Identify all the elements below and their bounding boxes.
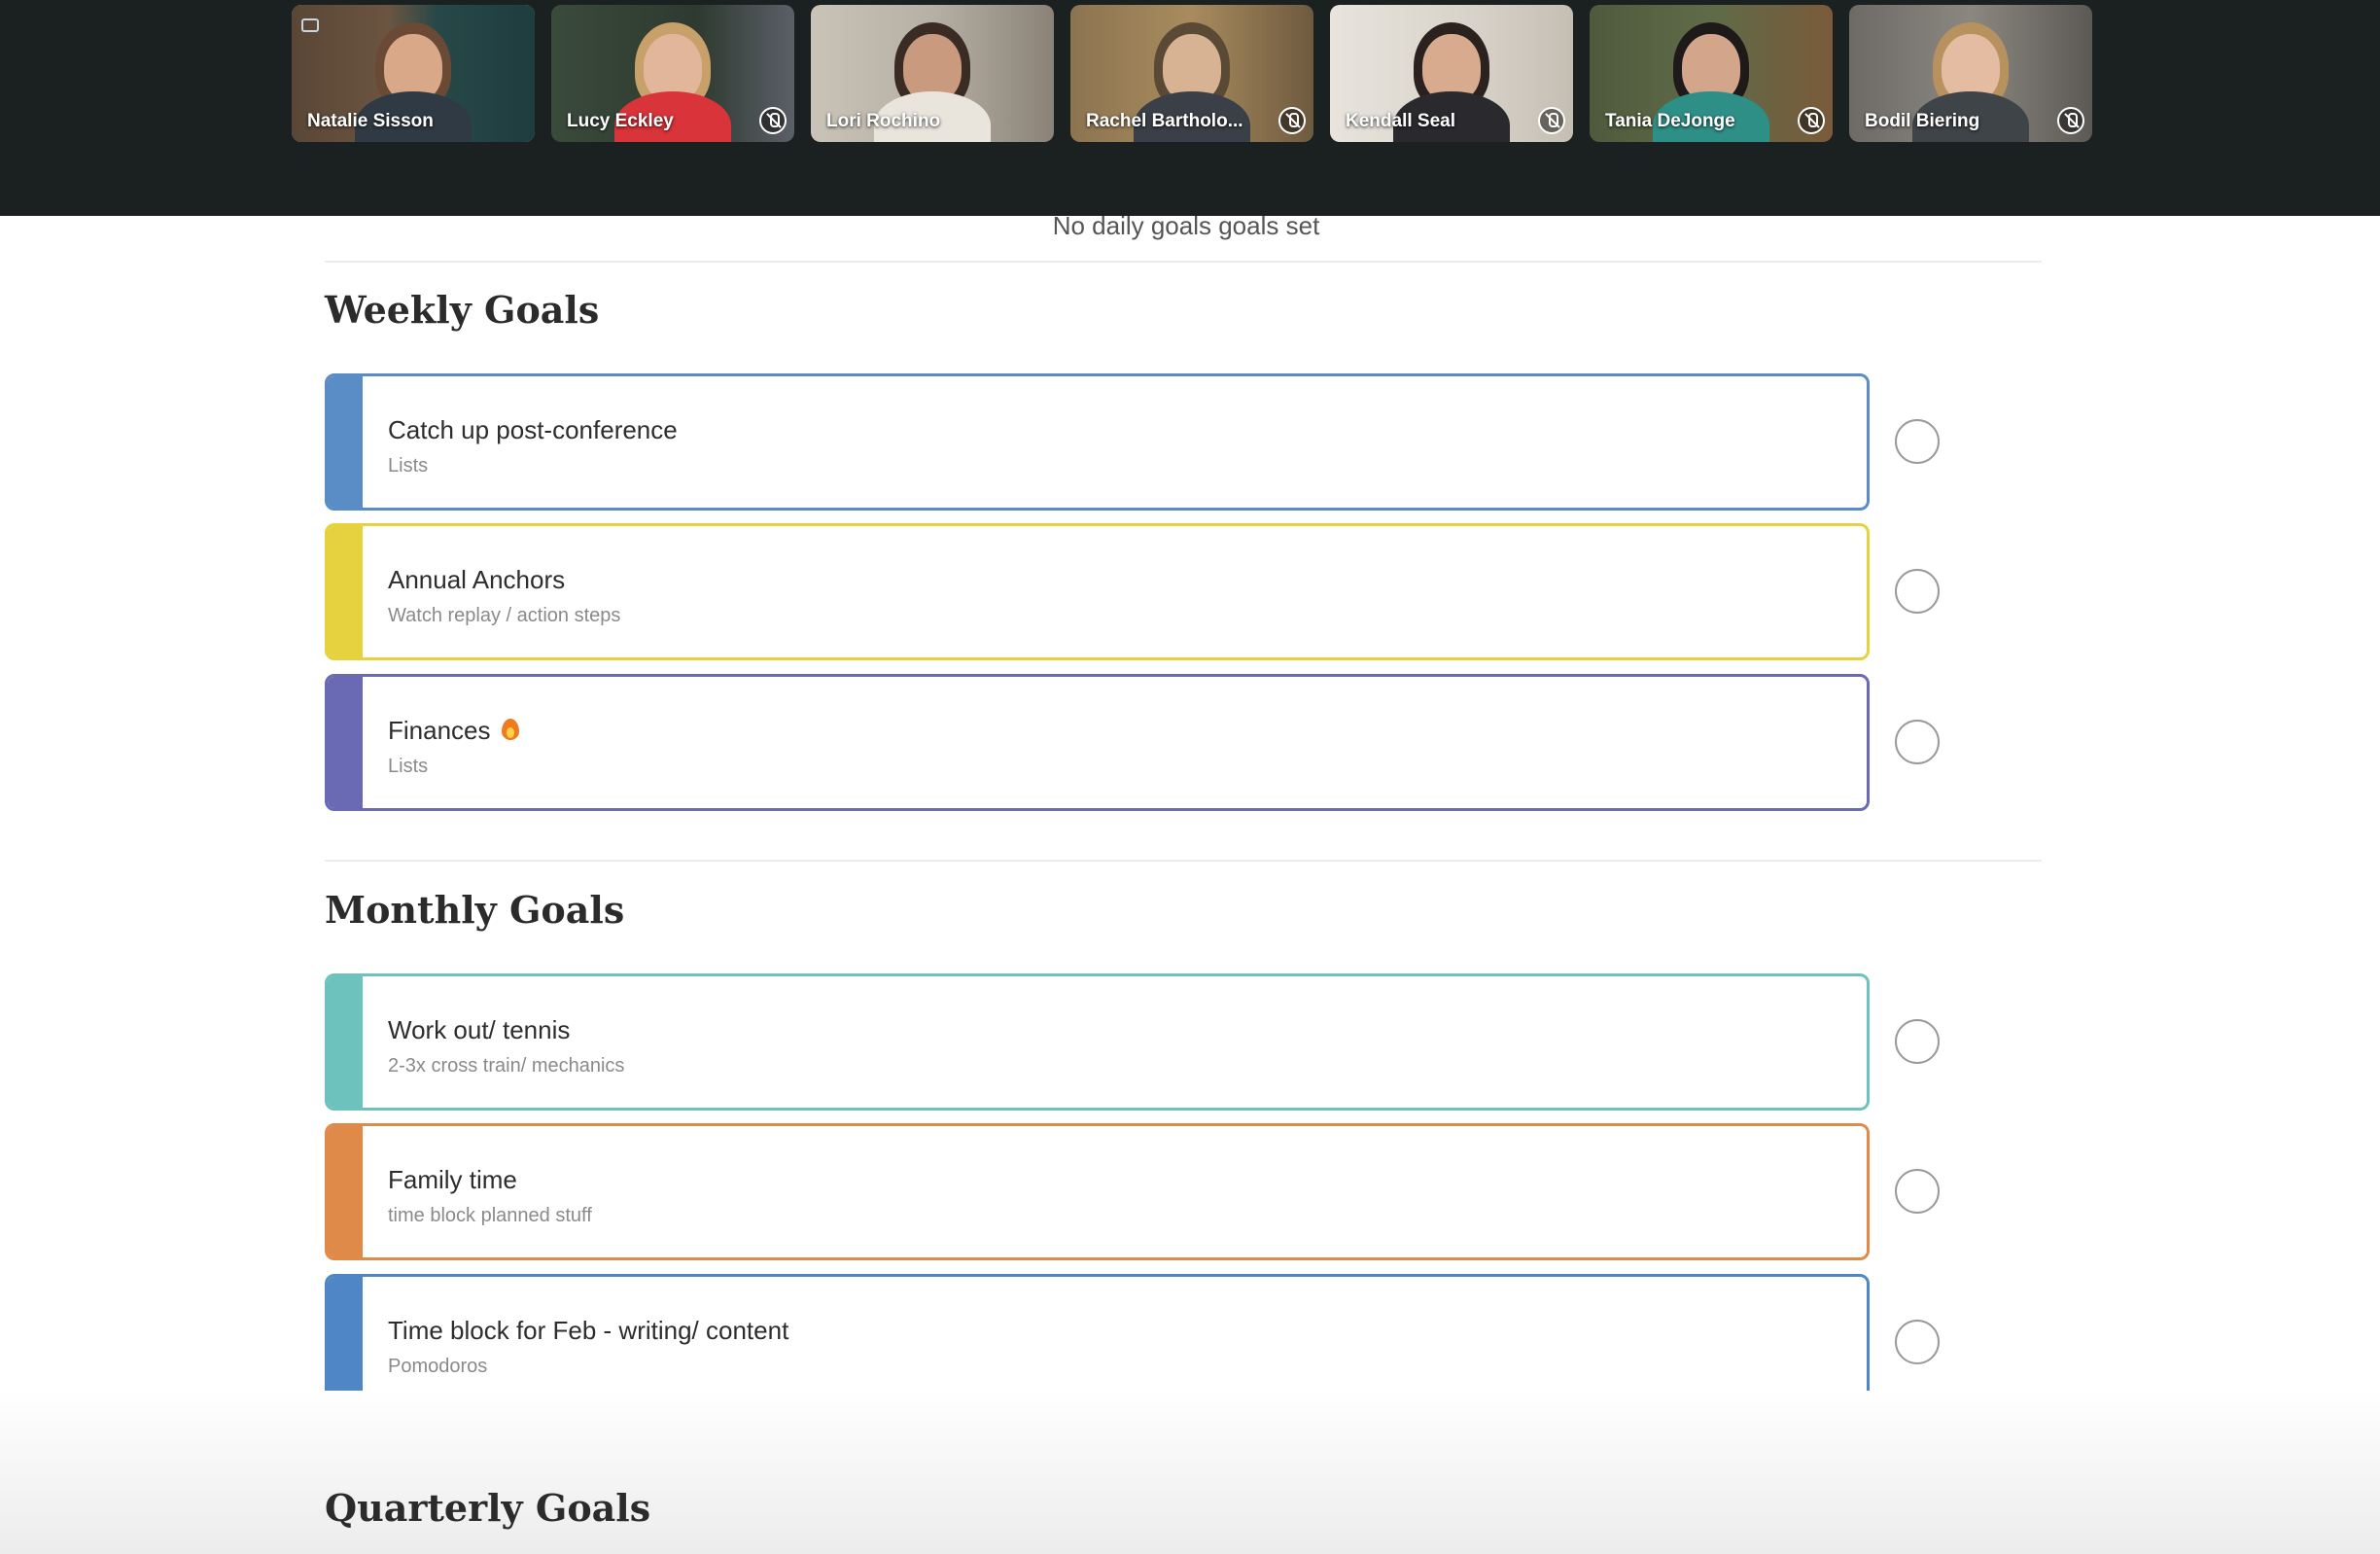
screen-share-icon: [301, 18, 319, 32]
participant-tile-lori-rochino[interactable]: Lori Rochino: [811, 5, 1054, 142]
muted-mic-icon: [2057, 107, 2084, 134]
monthly-goals-heading: Monthly Goals: [325, 888, 625, 932]
goals-page: No daily goals goals set Weekly Goals Ca…: [0, 211, 2380, 1554]
goal-subtitle: Lists: [388, 756, 429, 777]
participant-tile-natalie-sisson[interactable]: Natalie Sisson: [292, 5, 535, 142]
goal-card-weekly-1[interactable]: Catch up post-conference Lists: [325, 373, 1870, 511]
section-divider: [325, 261, 2042, 263]
participant-name: Lucy Eckley: [567, 111, 674, 131]
goal-card-monthly-2[interactable]: Family time time block planned stuff: [325, 1123, 1870, 1260]
goal-color-stripe: [328, 677, 363, 808]
goal-title: Time block for Feb - writing/ content: [388, 1316, 789, 1345]
goal-title: Work out/ tennis: [388, 1015, 571, 1044]
section-divider: [325, 860, 2042, 862]
fire-icon: [501, 717, 520, 742]
participant-name: Rachel Bartholo...: [1086, 111, 1243, 131]
participant-tile-tania-dejonge[interactable]: Tania DeJonge: [1590, 5, 1833, 142]
weekly-goals-heading: Weekly Goals: [325, 288, 600, 332]
complete-goal-checkbox[interactable]: [1895, 569, 1940, 614]
participant-tile-lucy-eckley[interactable]: Lucy Eckley: [551, 5, 794, 142]
complete-goal-checkbox[interactable]: [1895, 419, 1940, 464]
goal-card-weekly-3[interactable]: Finances Lists: [325, 674, 1870, 811]
goal-card-monthly-1[interactable]: Work out/ tennis 2-3x cross train/ mecha…: [325, 973, 1870, 1111]
goal-card-weekly-2[interactable]: Annual Anchors Watch replay / action ste…: [325, 523, 1870, 660]
video-call-bar: Natalie Sisson Lucy Eckley Lori Rochino …: [0, 0, 2380, 216]
muted-mic-icon: [1538, 107, 1565, 134]
muted-mic-icon: [759, 107, 787, 134]
participant-name: Bodil Biering: [1865, 111, 1980, 131]
quarterly-goals-heading: Quarterly Goals: [325, 1486, 651, 1530]
muted-mic-icon: [1798, 107, 1825, 134]
goal-color-stripe: [328, 976, 363, 1108]
goal-subtitle: time block planned stuff: [388, 1205, 592, 1226]
muted-mic-icon: [1278, 107, 1306, 134]
goal-subtitle: Pomodoros: [388, 1356, 488, 1377]
complete-goal-checkbox[interactable]: [1895, 1169, 1940, 1214]
participant-name: Kendall Seal: [1346, 111, 1455, 131]
goal-subtitle: Lists: [388, 455, 429, 477]
participant-tile-bodil-biering[interactable]: Bodil Biering: [1849, 5, 2092, 142]
goal-title: Finances: [388, 716, 491, 745]
goal-color-stripe: [328, 1126, 363, 1257]
participant-name: Tania DeJonge: [1605, 111, 1735, 131]
goal-title-row: Finances: [388, 716, 520, 746]
goal-title: Annual Anchors: [388, 565, 566, 594]
goal-subtitle: 2-3x cross train/ mechanics: [388, 1055, 625, 1077]
complete-goal-checkbox[interactable]: [1895, 1320, 1940, 1364]
goal-color-stripe: [328, 376, 363, 508]
goal-title: Family time: [388, 1165, 517, 1194]
daily-goals-empty-text: No daily goals goals set: [1052, 211, 1320, 240]
goal-title: Catch up post-conference: [388, 415, 678, 444]
complete-goal-checkbox[interactable]: [1895, 1019, 1940, 1064]
participant-tile-rachel-bartholo[interactable]: Rachel Bartholo...: [1070, 5, 1313, 142]
participant-name: Natalie Sisson: [307, 111, 434, 131]
goal-color-stripe: [328, 1277, 363, 1408]
complete-goal-checkbox[interactable]: [1895, 720, 1940, 764]
participant-name: Lori Rochino: [826, 111, 941, 131]
goal-color-stripe: [328, 526, 363, 657]
goal-subtitle: Watch replay / action steps: [388, 605, 621, 626]
participant-tile-kendall-seal[interactable]: Kendall Seal: [1330, 5, 1573, 142]
